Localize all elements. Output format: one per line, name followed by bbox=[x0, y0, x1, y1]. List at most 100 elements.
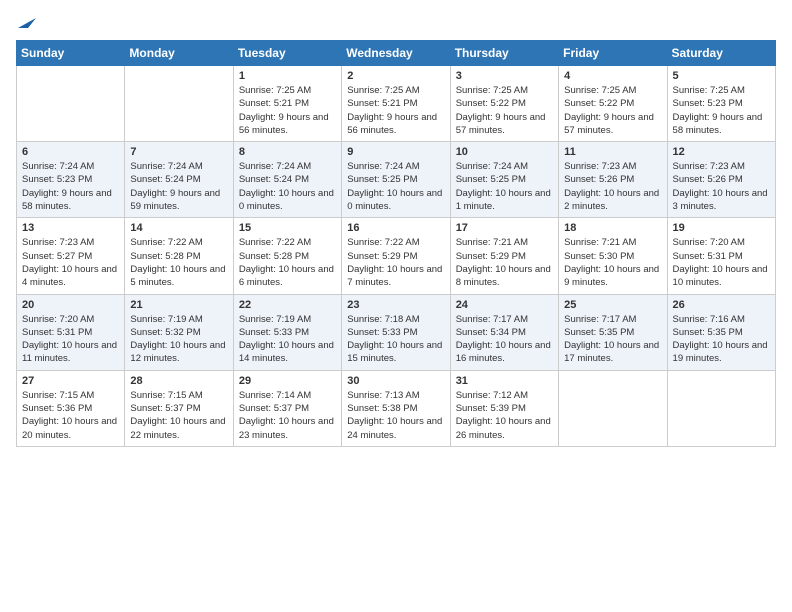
day-number: 31 bbox=[456, 375, 553, 387]
day-number: 2 bbox=[347, 70, 444, 82]
day-number: 30 bbox=[347, 375, 444, 387]
calendar-cell bbox=[667, 370, 775, 446]
day-number: 9 bbox=[347, 146, 444, 158]
calendar-week-row: 27 Sunrise: 7:15 AM Sunset: 5:36 PM Dayli… bbox=[17, 370, 776, 446]
day-number: 24 bbox=[456, 299, 553, 311]
day-info: Sunrise: 7:24 AM Sunset: 5:23 PM Dayligh… bbox=[22, 160, 119, 213]
calendar-cell: 20 Sunrise: 7:20 AM Sunset: 5:31 PM Dayli… bbox=[17, 294, 125, 370]
calendar-week-row: 1 Sunrise: 7:25 AM Sunset: 5:21 PM Daylig… bbox=[17, 66, 776, 142]
calendar-cell: 31 Sunrise: 7:12 AM Sunset: 5:39 PM Dayli… bbox=[450, 370, 558, 446]
column-header-monday: Monday bbox=[125, 41, 233, 66]
calendar-cell bbox=[559, 370, 667, 446]
calendar-cell: 2Sunrise: 7:25 AM Sunset: 5:21 PM Daylig… bbox=[342, 66, 450, 142]
day-info: Sunrise: 7:22 AM Sunset: 5:28 PM Dayligh… bbox=[130, 236, 227, 289]
day-number: 7 bbox=[130, 146, 227, 158]
day-info: Sunrise: 7:24 AM Sunset: 5:25 PM Dayligh… bbox=[347, 160, 444, 213]
day-info: Sunrise: 7:23 AM Sunset: 5:26 PM Dayligh… bbox=[564, 160, 661, 213]
calendar-week-row: 6Sunrise: 7:24 AM Sunset: 5:23 PM Daylig… bbox=[17, 142, 776, 218]
calendar-cell: 22 Sunrise: 7:19 AM Sunset: 5:33 PM Dayli… bbox=[233, 294, 341, 370]
calendar-cell: 19 Sunrise: 7:20 AM Sunset: 5:31 PM Dayli… bbox=[667, 218, 775, 294]
calendar-cell: 24Sunrise: 7:17 AM Sunset: 5:34 PM Dayli… bbox=[450, 294, 558, 370]
day-info: Sunrise: 7:22 AM Sunset: 5:29 PM Dayligh… bbox=[347, 236, 444, 289]
calendar-cell: 25 Sunrise: 7:17 AM Sunset: 5:35 PM Dayli… bbox=[559, 294, 667, 370]
calendar-week-row: 13Sunrise: 7:23 AM Sunset: 5:27 PM Dayli… bbox=[17, 218, 776, 294]
day-info: Sunrise: 7:25 AM Sunset: 5:23 PM Dayligh… bbox=[673, 84, 770, 137]
day-info: Sunrise: 7:22 AM Sunset: 5:28 PM Dayligh… bbox=[239, 236, 336, 289]
calendar-cell: 27 Sunrise: 7:15 AM Sunset: 5:36 PM Dayli… bbox=[17, 370, 125, 446]
column-header-thursday: Thursday bbox=[450, 41, 558, 66]
calendar-cell: 17Sunrise: 7:21 AM Sunset: 5:29 PM Dayli… bbox=[450, 218, 558, 294]
calendar-cell: 10 Sunrise: 7:24 AM Sunset: 5:25 PM Dayli… bbox=[450, 142, 558, 218]
day-number: 27 bbox=[22, 375, 119, 387]
day-info: Sunrise: 7:18 AM Sunset: 5:33 PM Dayligh… bbox=[347, 313, 444, 366]
day-info: Sunrise: 7:23 AM Sunset: 5:27 PM Dayligh… bbox=[22, 236, 119, 289]
day-number: 8 bbox=[239, 146, 336, 158]
day-number: 15 bbox=[239, 222, 336, 234]
day-number: 25 bbox=[564, 299, 661, 311]
day-number: 22 bbox=[239, 299, 336, 311]
calendar-week-row: 20 Sunrise: 7:20 AM Sunset: 5:31 PM Dayli… bbox=[17, 294, 776, 370]
calendar-cell bbox=[17, 66, 125, 142]
calendar-cell: 21 Sunrise: 7:19 AM Sunset: 5:32 PM Dayli… bbox=[125, 294, 233, 370]
day-number: 29 bbox=[239, 375, 336, 387]
calendar-cell: 15 Sunrise: 7:22 AM Sunset: 5:28 PM Dayli… bbox=[233, 218, 341, 294]
calendar-cell: 11 Sunrise: 7:23 AM Sunset: 5:26 PM Dayli… bbox=[559, 142, 667, 218]
day-number: 4 bbox=[564, 70, 661, 82]
day-number: 18 bbox=[564, 222, 661, 234]
day-info: Sunrise: 7:25 AM Sunset: 5:21 PM Dayligh… bbox=[239, 84, 336, 137]
calendar-cell: 5 Sunrise: 7:25 AM Sunset: 5:23 PM Daylig… bbox=[667, 66, 775, 142]
day-number: 20 bbox=[22, 299, 119, 311]
calendar-cell: 3 Sunrise: 7:25 AM Sunset: 5:22 PM Daylig… bbox=[450, 66, 558, 142]
day-number: 17 bbox=[456, 222, 553, 234]
day-info: Sunrise: 7:13 AM Sunset: 5:38 PM Dayligh… bbox=[347, 389, 444, 442]
day-info: Sunrise: 7:20 AM Sunset: 5:31 PM Dayligh… bbox=[673, 236, 770, 289]
calendar-cell: 30 Sunrise: 7:13 AM Sunset: 5:38 PM Dayli… bbox=[342, 370, 450, 446]
day-info: Sunrise: 7:25 AM Sunset: 5:22 PM Dayligh… bbox=[456, 84, 553, 137]
day-info: Sunrise: 7:15 AM Sunset: 5:36 PM Dayligh… bbox=[22, 389, 119, 442]
day-number: 26 bbox=[673, 299, 770, 311]
calendar-cell: 12 Sunrise: 7:23 AM Sunset: 5:26 PM Dayli… bbox=[667, 142, 775, 218]
calendar-table: SundayMondayTuesdayWednesdayThursdayFrid… bbox=[16, 40, 776, 447]
day-info: Sunrise: 7:16 AM Sunset: 5:35 PM Dayligh… bbox=[673, 313, 770, 366]
day-info: Sunrise: 7:24 AM Sunset: 5:25 PM Dayligh… bbox=[456, 160, 553, 213]
day-info: Sunrise: 7:19 AM Sunset: 5:33 PM Dayligh… bbox=[239, 313, 336, 366]
logo bbox=[16, 16, 36, 30]
calendar-cell: 9 Sunrise: 7:24 AM Sunset: 5:25 PM Daylig… bbox=[342, 142, 450, 218]
column-header-tuesday: Tuesday bbox=[233, 41, 341, 66]
day-info: Sunrise: 7:25 AM Sunset: 5:22 PM Dayligh… bbox=[564, 84, 661, 137]
day-number: 1 bbox=[239, 70, 336, 82]
calendar-cell: 28 Sunrise: 7:15 AM Sunset: 5:37 PM Dayli… bbox=[125, 370, 233, 446]
calendar-cell: 26 Sunrise: 7:16 AM Sunset: 5:35 PM Dayli… bbox=[667, 294, 775, 370]
day-number: 3 bbox=[456, 70, 553, 82]
page-header bbox=[16, 16, 776, 30]
column-header-saturday: Saturday bbox=[667, 41, 775, 66]
calendar-cell: 8Sunrise: 7:24 AM Sunset: 5:24 PM Daylig… bbox=[233, 142, 341, 218]
day-info: Sunrise: 7:17 AM Sunset: 5:35 PM Dayligh… bbox=[564, 313, 661, 366]
day-info: Sunrise: 7:19 AM Sunset: 5:32 PM Dayligh… bbox=[130, 313, 227, 366]
day-number: 5 bbox=[673, 70, 770, 82]
day-number: 19 bbox=[673, 222, 770, 234]
day-number: 16 bbox=[347, 222, 444, 234]
day-number: 21 bbox=[130, 299, 227, 311]
calendar-cell: 6Sunrise: 7:24 AM Sunset: 5:23 PM Daylig… bbox=[17, 142, 125, 218]
calendar-header-row: SundayMondayTuesdayWednesdayThursdayFrid… bbox=[17, 41, 776, 66]
day-info: Sunrise: 7:23 AM Sunset: 5:26 PM Dayligh… bbox=[673, 160, 770, 213]
calendar-cell: 1 Sunrise: 7:25 AM Sunset: 5:21 PM Daylig… bbox=[233, 66, 341, 142]
day-info: Sunrise: 7:14 AM Sunset: 5:37 PM Dayligh… bbox=[239, 389, 336, 442]
day-number: 11 bbox=[564, 146, 661, 158]
day-number: 23 bbox=[347, 299, 444, 311]
calendar-cell bbox=[125, 66, 233, 142]
day-number: 12 bbox=[673, 146, 770, 158]
calendar-cell: 13Sunrise: 7:23 AM Sunset: 5:27 PM Dayli… bbox=[17, 218, 125, 294]
day-info: Sunrise: 7:12 AM Sunset: 5:39 PM Dayligh… bbox=[456, 389, 553, 442]
day-number: 10 bbox=[456, 146, 553, 158]
day-info: Sunrise: 7:20 AM Sunset: 5:31 PM Dayligh… bbox=[22, 313, 119, 366]
column-header-friday: Friday bbox=[559, 41, 667, 66]
calendar-cell: 18Sunrise: 7:21 AM Sunset: 5:30 PM Dayli… bbox=[559, 218, 667, 294]
day-number: 28 bbox=[130, 375, 227, 387]
day-info: Sunrise: 7:15 AM Sunset: 5:37 PM Dayligh… bbox=[130, 389, 227, 442]
calendar-cell: 29 Sunrise: 7:14 AM Sunset: 5:37 PM Dayli… bbox=[233, 370, 341, 446]
calendar-cell: 16 Sunrise: 7:22 AM Sunset: 5:29 PM Dayli… bbox=[342, 218, 450, 294]
calendar-cell: 7Sunrise: 7:24 AM Sunset: 5:24 PM Daylig… bbox=[125, 142, 233, 218]
column-header-sunday: Sunday bbox=[17, 41, 125, 66]
